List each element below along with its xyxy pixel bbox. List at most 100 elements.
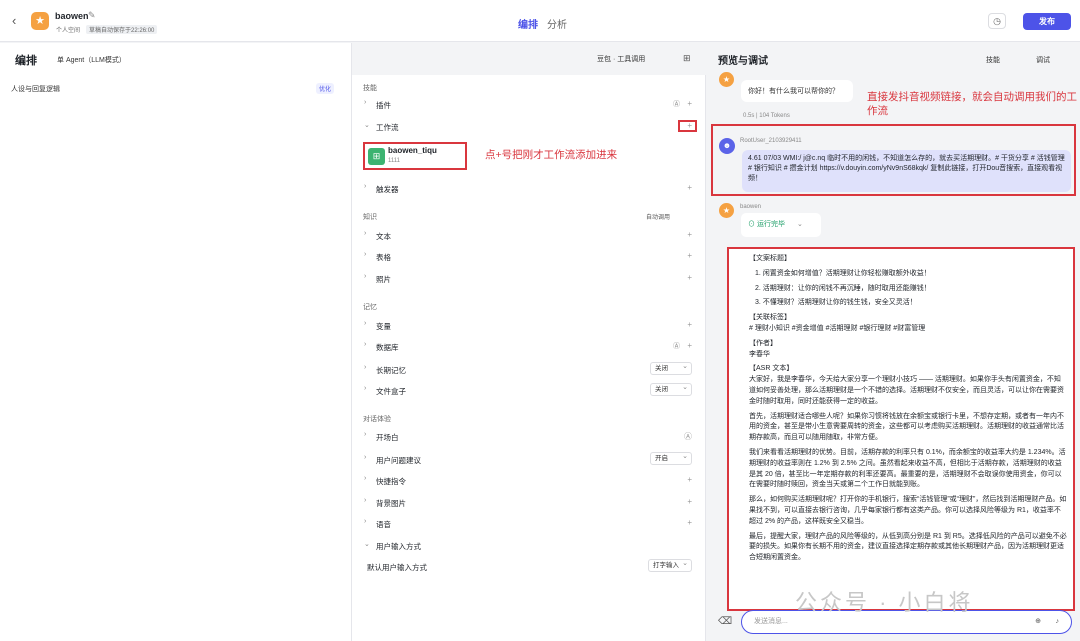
- chevron-down-icon: ⌄: [796, 221, 803, 228]
- back-icon[interactable]: ‹: [12, 13, 16, 28]
- run-done-status[interactable]: ⊙ 运行完毕 ⌄: [741, 213, 821, 237]
- add-icon[interactable]: +: [687, 251, 692, 260]
- app-name: baowen: [55, 11, 89, 21]
- filebox-label: 文件盒子: [376, 387, 406, 396]
- default-input-select[interactable]: 打字输入: [648, 558, 692, 572]
- long-memory-row[interactable]: › 长期记忆 关闭: [362, 361, 696, 380]
- text-row[interactable]: › 文本 +: [362, 230, 696, 246]
- grid-icon[interactable]: ⊞: [683, 53, 691, 64]
- chevron-right-icon: ›: [364, 183, 367, 190]
- photo-label: 照片: [376, 275, 391, 284]
- add-icon[interactable]: +: [687, 475, 692, 484]
- suggest-label: 用户问题建议: [376, 456, 421, 465]
- add-icon[interactable]: +: [687, 497, 692, 506]
- shortcut-row[interactable]: › 快捷指令 +: [362, 475, 696, 491]
- input-placeholder: 发送消息...: [754, 618, 788, 625]
- workflow-sub: 1111: [388, 158, 401, 164]
- text-label: 文本: [376, 232, 391, 241]
- filebox-select[interactable]: 关闭: [650, 382, 692, 396]
- long-memory-select[interactable]: 关闭: [650, 361, 692, 375]
- workflow-logo-icon: ⊞: [368, 148, 385, 165]
- out-tags: # 理财小知识 #资金增值 #活期理财 #银行理财 #财富管理: [749, 324, 926, 332]
- app-logo: ★: [31, 12, 49, 30]
- arrange-panel: 编排 单 Agent（LLM模式） 人设与回复逻辑 优化: [0, 43, 352, 641]
- auto-call-select[interactable]: 自动调用: [646, 212, 670, 221]
- out-para-2: 首先，活期理财适合哪些人呢？如果你习惯将钱放在余额宝或银行卡里，不想存定期，或者…: [749, 412, 1064, 442]
- clear-chat-icon[interactable]: ⌫: [718, 616, 732, 627]
- workflow-label: 工作流: [376, 123, 399, 132]
- chevron-down-icon: ⌄: [364, 541, 370, 548]
- chevron-right-icon: ›: [364, 385, 367, 392]
- chevron-down-icon: ⌄: [364, 122, 370, 129]
- chevron-right-icon: ›: [364, 320, 367, 327]
- chevron-right-icon: ›: [364, 341, 367, 348]
- auto-icon[interactable]: Ⓐ: [673, 341, 680, 351]
- add-icon[interactable]: +: [687, 183, 692, 192]
- add-highlight-box: [678, 120, 697, 132]
- chevron-right-icon: ›: [364, 99, 367, 106]
- top-bar: ‹ ★ baowen ✎ 个人空间 草稿自动保存于22:26:00 编排 分析 …: [0, 0, 1080, 42]
- database-row[interactable]: › 数据库 Ⓐ +: [362, 341, 696, 357]
- chevron-right-icon: ›: [364, 431, 367, 438]
- workflow-row[interactable]: ⌄ 工作流 +: [362, 121, 696, 137]
- suggest-select[interactable]: 开启: [650, 451, 692, 465]
- suggest-row[interactable]: › 用户问题建议 开启: [362, 451, 696, 470]
- opening-row[interactable]: › 开场白 Ⓐ: [362, 431, 696, 447]
- user-message: 4.61 07/03 WMI:/ j@c.nq 临时不用的闲钱，不知道怎么存的，…: [742, 150, 1071, 192]
- plugin-row[interactable]: › 插件 Ⓐ +: [362, 99, 696, 115]
- out-author-heading: 【作者】: [749, 339, 777, 347]
- auto-icon[interactable]: Ⓐ: [673, 99, 680, 109]
- out-para-4: 那么，如何购买活期理财呢？打开你的手机银行，搜索“活钱管理”或“理财”，然后找到…: [749, 496, 1067, 525]
- table-row[interactable]: › 表格 +: [362, 251, 696, 267]
- add-icon[interactable]: +: [687, 99, 692, 108]
- persona-title: 人设与回复逻辑: [11, 86, 60, 93]
- add-icon[interactable]: +: [687, 320, 692, 329]
- model-select[interactable]: 豆包 · 工具调用: [597, 54, 645, 64]
- chevron-right-icon: ›: [364, 251, 367, 258]
- add-icon[interactable]: +: [687, 341, 692, 350]
- add-icon[interactable]: ⊕: [1035, 611, 1041, 633]
- publish-button[interactable]: 发布: [1023, 13, 1071, 30]
- microphone-icon[interactable]: ♪: [1056, 611, 1060, 633]
- out-title-3: 3. 不懂理财？活期理财让你的钱生钱，安全又灵活！: [755, 299, 917, 307]
- tab-analysis[interactable]: 分析: [547, 16, 567, 31]
- add-icon[interactable]: +: [687, 230, 692, 239]
- out-para-5: 最后，提醒大家，理财产品的风险等级的，从低到高分别是 R1 到 R5。选择低风险…: [749, 532, 1067, 562]
- default-input-row: 默认用户输入方式 打字输入: [362, 558, 696, 577]
- memory-section-title: 记忆: [363, 304, 377, 311]
- bg-image-row[interactable]: › 背景图片 +: [362, 497, 696, 513]
- chevron-right-icon: ›: [364, 364, 367, 371]
- out-para-3: 我们来看看活期理财的优势。目前，活期存款的利率只有 0.1%，而余额宝的收益率大…: [749, 448, 1066, 489]
- history-icon[interactable]: ◷: [988, 13, 1006, 29]
- workflow-name: baowen_tiqu: [388, 146, 437, 155]
- agent-mode-select[interactable]: 单 Agent（LLM模式）: [57, 55, 126, 65]
- default-input-label: 默认用户输入方式: [367, 563, 427, 572]
- chevron-right-icon: ›: [364, 518, 367, 525]
- variable-row[interactable]: › 变量 +: [362, 320, 696, 336]
- skills-button[interactable]: 技能: [986, 55, 1000, 65]
- out-asr-heading: 【ASR 文本】: [749, 365, 794, 373]
- chevron-right-icon: ›: [364, 475, 367, 482]
- add-icon[interactable]: +: [687, 518, 692, 527]
- out-title-1: 1. 闲置资金如何增值？活期理财让你轻松赚取额外收益！: [755, 269, 931, 277]
- trigger-row[interactable]: › 触发器 +: [362, 183, 696, 199]
- plugin-label: 插件: [376, 101, 391, 110]
- dialog-section-title: 对话体验: [363, 416, 391, 423]
- add-icon[interactable]: +: [687, 273, 692, 282]
- voice-row[interactable]: › 语音 +: [362, 518, 696, 534]
- auto-icon[interactable]: Ⓐ: [684, 431, 692, 442]
- out-tags-heading: 【关联标签】: [749, 314, 791, 322]
- user-input-row[interactable]: ⌄ 用户输入方式: [362, 540, 696, 556]
- filebox-row[interactable]: › 文件盒子 关闭: [362, 382, 696, 401]
- edit-icon[interactable]: ✎: [88, 10, 96, 21]
- workflow-card[interactable]: ⊞ baowen_tiqu 1111: [363, 142, 467, 170]
- variable-label: 变量: [376, 322, 391, 331]
- tab-arrange[interactable]: 编排: [518, 16, 538, 31]
- debug-button[interactable]: 调试: [1036, 55, 1050, 65]
- preview-title: 预览与调试: [718, 56, 768, 67]
- optimize-button[interactable]: 优化: [316, 83, 335, 94]
- table-label: 表格: [376, 253, 391, 262]
- token-info: 0.5s | 104 Tokens: [743, 113, 790, 119]
- greeting-bubble: 你好！有什么我可以帮你的？: [741, 80, 853, 102]
- photo-row[interactable]: › 照片 +: [362, 273, 696, 289]
